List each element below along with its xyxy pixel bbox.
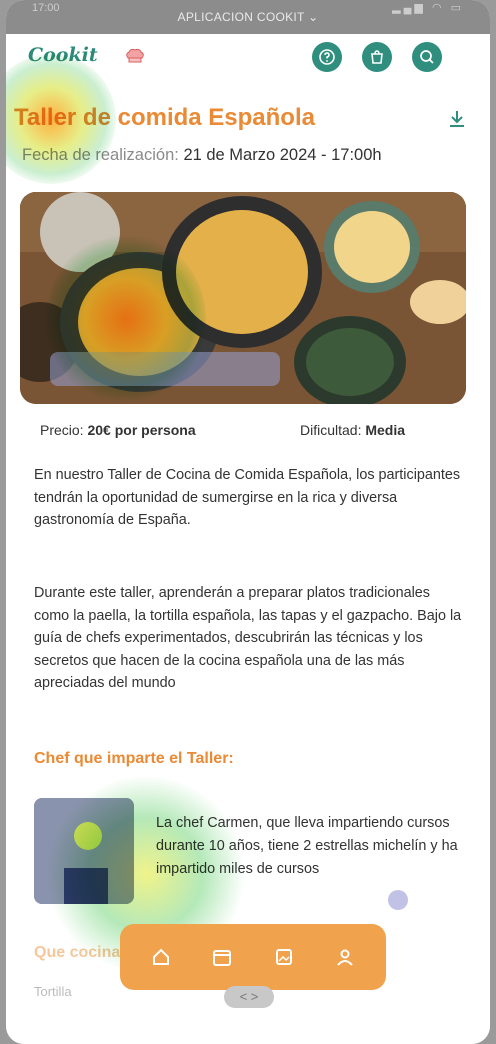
main-content: Cookit Taller de comida Española Fecha d… [6,34,490,1044]
difficulty-label: Dificultad: [300,422,362,438]
nav-home[interactable] [146,942,176,972]
help-button[interactable] [312,42,342,72]
event-description-2: Durante este taller, aprenderán a prepar… [34,585,462,691]
gallery-icon [275,949,292,965]
calendar-icon [213,950,232,966]
date-label: Fecha de realización: [22,146,179,164]
search-button[interactable] [412,42,442,72]
event-hero-image [20,192,466,404]
mouse-cursor-icon [388,890,408,910]
chef-section-heading: Chef que imparte el Taller: [34,750,234,767]
status-bar: 17:00 APLICACION COOKIT ⌄ ▂▄▆ ◠ ▭ [6,0,490,34]
profile-icon [337,949,354,966]
gesture-pill[interactable]: < > [224,986,274,1008]
price-info: Precio: 20€ por persona [40,422,196,438]
cart-icon [371,50,383,64]
price-label: Precio: [40,422,84,438]
cart-button[interactable] [362,42,392,72]
nav-profile[interactable] [330,942,360,972]
nav-calendar[interactable] [207,942,237,972]
nav-gallery[interactable] [269,942,299,972]
price-value: 20€ por persona [87,422,196,438]
system-status-icons: ▂▄▆ ◠ ▭ [392,2,464,14]
bottom-navigation [120,924,386,990]
home-icon [152,948,169,965]
download-icon[interactable] [446,108,468,130]
app-title-text: APLICACION COOKIT [177,10,305,24]
app-logo[interactable]: Cookit [28,44,98,66]
difficulty-value: Media [365,422,406,438]
date-value: 21 de Marzo 2024 - 17:00h [183,146,382,164]
search-icon [420,50,434,64]
difficulty-info: Dificultad: Media [300,422,405,438]
chef-avatar [34,798,134,904]
help-icon [319,49,335,65]
chevron-down-icon[interactable]: ⌄ [308,10,318,24]
chef-hat-icon [126,48,144,63]
event-description-1: En nuestro Taller de Cocina de Comida Es… [34,467,461,528]
event-date: Fecha de realización: 21 de Marzo 2024 -… [22,146,382,165]
menu-first-item: Tortilla [34,984,72,999]
phone-screen: 17:00 APLICACION COOKIT ⌄ ▂▄▆ ◠ ▭ Cookit [6,0,490,1044]
event-title: Taller de comida Española [14,104,315,131]
chef-description: La chef Carmen, que lleva impartiendo cu… [156,815,458,877]
